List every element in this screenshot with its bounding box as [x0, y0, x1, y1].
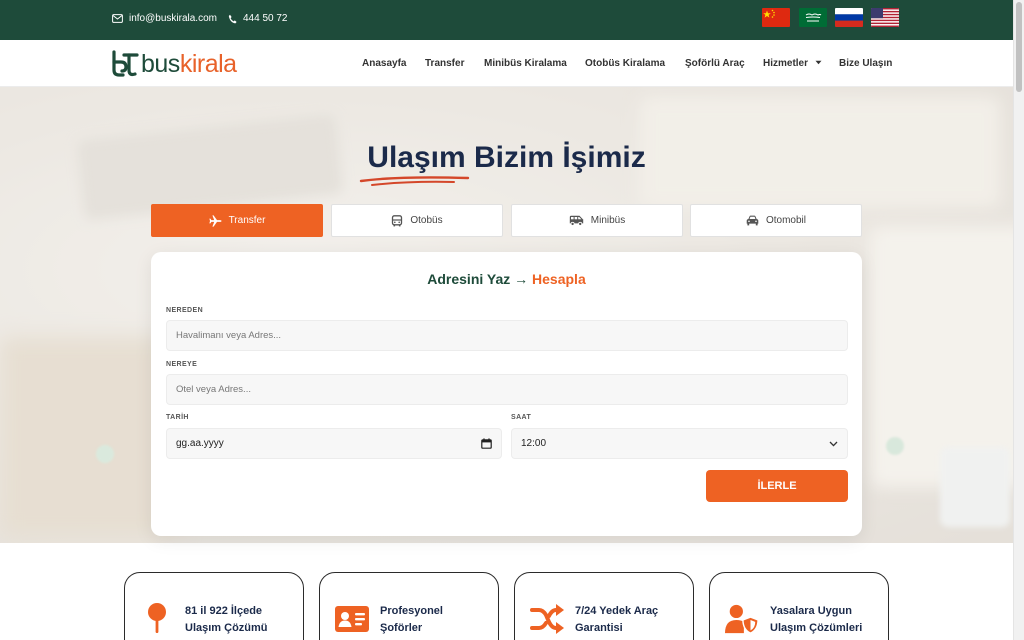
tab-minibus-label: Minibüs — [590, 215, 626, 226]
phone-text: 444 50 72 — [243, 13, 288, 24]
submit-button[interactable]: İLERLE — [706, 470, 848, 502]
contact-email[interactable]: info@buskirala.com — [112, 13, 217, 24]
bus-icon — [392, 214, 403, 226]
logo-text: buskirala — [141, 50, 237, 79]
nav-item-otobus-kiralama[interactable]: Otobüs Kiralama — [585, 58, 665, 69]
nav-item-hizmetler-label: Hizmetler — [763, 58, 809, 69]
feature-line1: Yasalara Uygun — [770, 605, 852, 617]
china-flag-icon[interactable] — [762, 8, 790, 27]
tab-minibus[interactable]: Minibüs — [511, 204, 683, 237]
calendar-icon[interactable] — [481, 438, 492, 449]
caret-down-icon — [815, 60, 822, 65]
feature-line2: Garantisi — [575, 622, 623, 634]
top-bar: info@buskirala.com 444 50 72 — [0, 0, 1013, 40]
car-icon — [746, 215, 759, 226]
feature-line1: Profesyonel — [380, 605, 443, 617]
tab-transfer-label: Transfer — [228, 215, 266, 226]
plane-icon — [208, 214, 222, 227]
date-label: TARİH — [166, 414, 189, 421]
envelope-icon — [112, 14, 123, 23]
russia-flag-icon[interactable] — [835, 8, 863, 27]
shuffle-icon — [530, 602, 564, 636]
logo[interactable]: buskirala — [111, 48, 237, 80]
feature-card: Yasalara Uygun Ulaşım Çözümleri — [709, 572, 889, 640]
feature-card: Profesyonel Şoförler — [319, 572, 499, 640]
feature-card: 81 il 922 İlçede Ulaşım Çözümü — [124, 572, 304, 640]
time-select-value: 12:00 — [521, 438, 547, 449]
feature-line2: Ulaşım Çözümü — [185, 622, 268, 634]
nav-item-hizmetler[interactable]: Hizmetler — [763, 58, 822, 69]
hero-title: Ulaşım Bizim İşimiz — [367, 141, 646, 174]
tab-otobus-label: Otobüs — [410, 215, 443, 226]
feature-text: 7/24 Yedek Araç Garantisi — [575, 603, 695, 637]
logo-mark-icon — [112, 50, 139, 77]
scrollbar-thumb[interactable] — [1016, 2, 1022, 92]
form-title: Adresini Yaz → Hesapla — [151, 271, 862, 287]
nav-item-bize-ulasin[interactable]: Bize Ulaşın — [839, 58, 892, 69]
from-label: NEREDEN — [166, 307, 204, 314]
contact-phone[interactable]: 444 50 72 — [228, 13, 288, 24]
logo-text-part1: bus — [141, 49, 180, 78]
feature-card: 7/24 Yedek Araç Garantisi — [514, 572, 694, 640]
feature-line2: Şoförler — [380, 622, 423, 634]
to-label: NEREYE — [166, 361, 198, 368]
form-title-part2: Hesapla — [532, 271, 586, 287]
chevron-down-icon — [829, 441, 838, 447]
tab-transfer[interactable]: Transfer — [151, 204, 323, 237]
feature-text: 81 il 922 İlçede Ulaşım Çözümü — [185, 603, 305, 637]
feature-line1: 7/24 Yedek Araç — [575, 605, 659, 617]
nav-item-minibus-kiralama[interactable]: Minibüs Kiralama — [484, 58, 567, 69]
nav-item-anasayfa[interactable]: Anasayfa — [362, 58, 406, 69]
feature-text: Profesyonel Şoförler — [380, 603, 500, 637]
feature-line1: 81 il 922 İlçede — [185, 605, 263, 617]
title-underline-decoration — [359, 176, 470, 186]
main-header: buskirala Anasayfa Transfer Minibüs Kira… — [0, 40, 1013, 87]
logo-text-part2: kirala — [179, 49, 237, 78]
date-input[interactable]: gg.aa.yyyy — [166, 428, 502, 459]
map-pin-icon — [140, 602, 174, 636]
feature-text: Yasalara Uygun Ulaşım Çözümleri — [770, 603, 890, 637]
tab-otobus[interactable]: Otobüs — [331, 204, 503, 237]
from-input[interactable]: Havalimanı veya Adres... — [166, 320, 848, 351]
form-title-part1: Adresini Yaz → — [427, 271, 533, 287]
user-shield-icon — [725, 602, 759, 636]
feature-line2: Ulaşım Çözümleri — [770, 622, 863, 634]
to-input[interactable]: Otel veya Adres... — [166, 374, 848, 405]
van-icon — [569, 215, 583, 226]
page-scrollbar[interactable] — [1013, 0, 1024, 640]
usa-flag-icon[interactable] — [871, 8, 899, 27]
saudi-arabia-flag-icon[interactable] — [799, 8, 827, 27]
email-text: info@buskirala.com — [129, 13, 217, 24]
date-input-value: gg.aa.yyyy — [176, 438, 224, 449]
tab-otomobil[interactable]: Otomobil — [690, 204, 862, 237]
time-label: SAAT — [511, 414, 532, 421]
time-select[interactable]: 12:00 — [511, 428, 848, 459]
nav-item-soforlu-arac[interactable]: Şoförlü Araç — [685, 58, 745, 69]
tab-otomobil-label: Otomobil — [765, 215, 806, 226]
id-card-icon — [335, 602, 369, 636]
transfer-form-card: Adresini Yaz → Hesapla NEREDEN Havaliman… — [151, 252, 862, 536]
phone-icon — [228, 14, 237, 23]
nav-item-transfer[interactable]: Transfer — [425, 58, 464, 69]
